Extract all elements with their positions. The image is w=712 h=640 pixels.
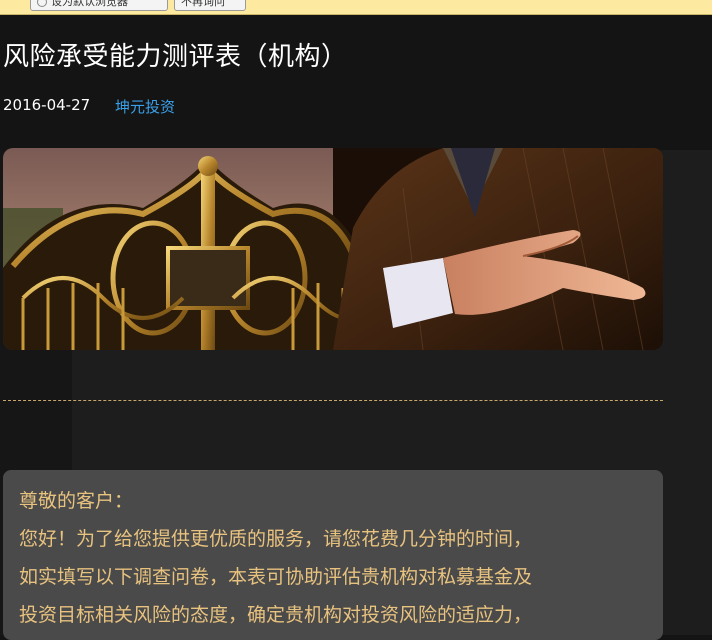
banner-illustration: [3, 148, 663, 350]
letter-line: 如实填写以下调查问卷，本表可协助评估贵机构对私募基金及: [19, 566, 533, 588]
dashed-divider: [3, 400, 663, 401]
banner-image: [3, 148, 663, 350]
letter-greeting: 尊敬的客户：: [19, 490, 134, 512]
author-link[interactable]: 坤元投资: [115, 96, 175, 117]
letter-box: 尊敬的客户： 您好！为了给您提供更优质的服务，请您花费几分钟的时间， 如实填写以…: [3, 470, 663, 640]
set-default-browser-button[interactable]: 设为默认浏览器: [30, 0, 168, 11]
letter-line: 您好！为了给您提供更优质的服务，请您花费几分钟的时间，: [19, 528, 533, 550]
letter-line: 投资目标相关风险的态度，确定贵机构对投资风险的适应力，: [19, 604, 533, 626]
browser-notification-bar: ᓪ 设为默认浏览器 不再询问: [0, 0, 712, 15]
browser-icon: [37, 0, 47, 7]
set-default-browser-label: 设为默认浏览器: [51, 0, 128, 8]
publish-date: 2016-04-27: [3, 96, 91, 114]
dont-ask-button[interactable]: 不再询问: [174, 0, 246, 11]
page-title: 风险承受能力测评表（机构）: [3, 42, 348, 72]
bar-edge-icon: ᓪ: [0, 0, 5, 8]
dont-ask-label: 不再询问: [181, 0, 225, 8]
